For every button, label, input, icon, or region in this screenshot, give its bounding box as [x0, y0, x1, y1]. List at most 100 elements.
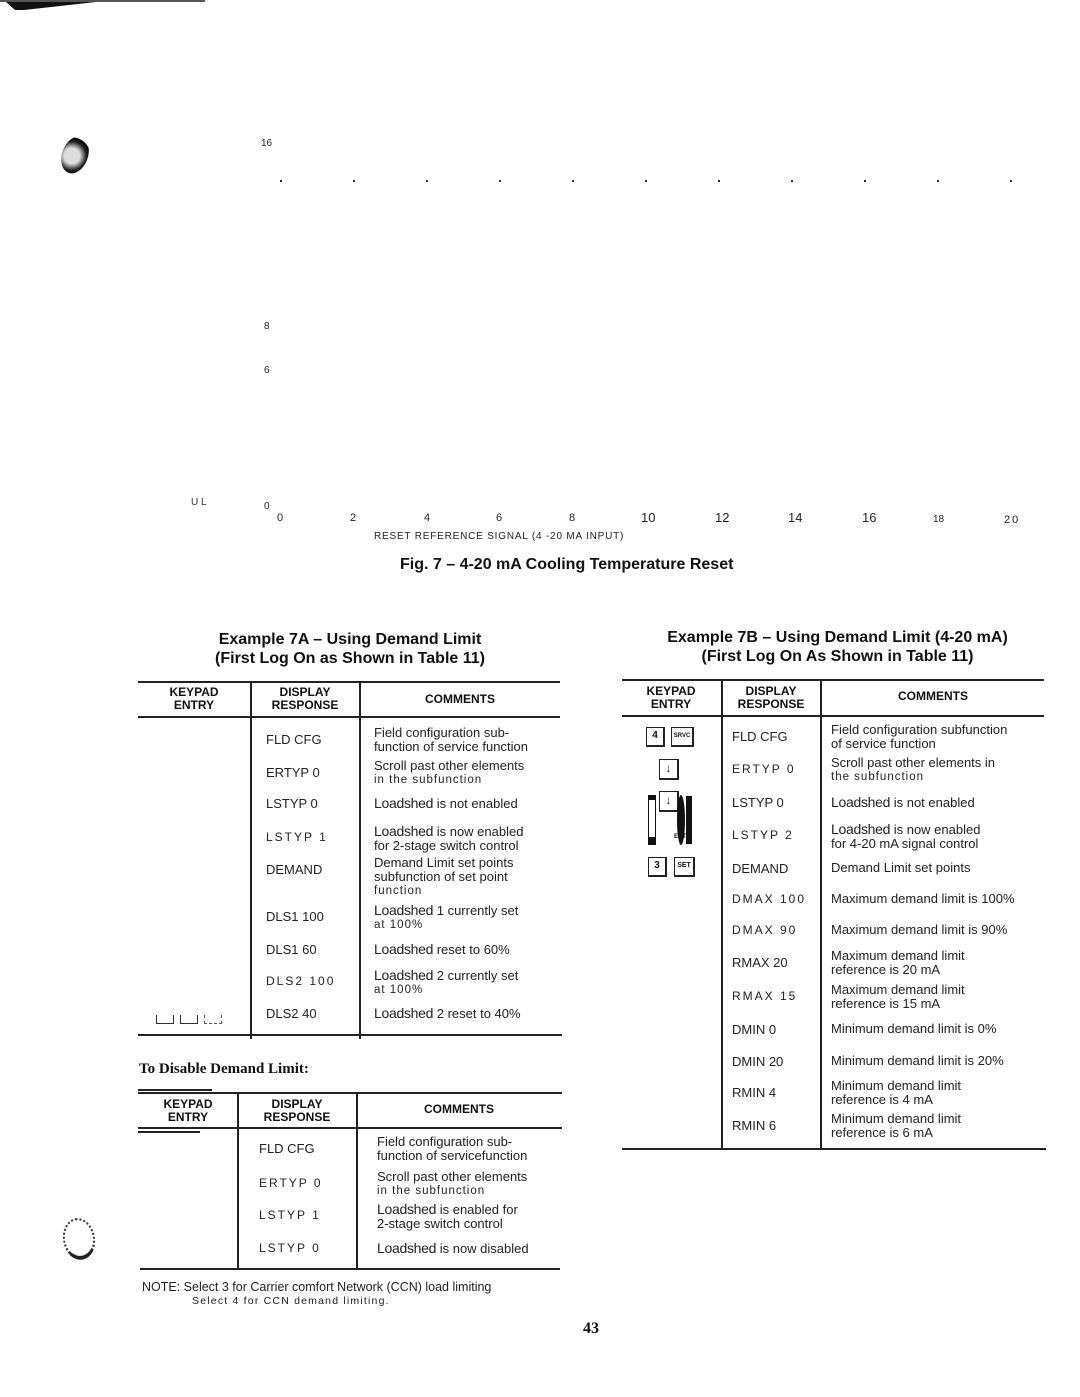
comment: Loadshed 2 reset to 40%	[374, 1006, 521, 1021]
comment-line: Loadshed is now enabled	[831, 822, 980, 837]
column-divider	[250, 681, 252, 1039]
key-frame-right	[686, 796, 692, 844]
comment-line: Loadshed 2 currently set	[374, 968, 518, 983]
column-divider	[721, 679, 723, 1149]
display-response: DMIN 20	[732, 1054, 784, 1069]
header-keypad-entry: KEYPAD ENTRY	[646, 684, 696, 711]
disable-heading: To Disable Demand Limit:	[139, 1061, 309, 1077]
scan-artifact-wedge	[6, 2, 96, 10]
display-response: RMIN 6	[732, 1118, 777, 1133]
display-response: DLS1 100	[266, 909, 324, 924]
comment: Loadshed 1 currently set at 100%	[374, 903, 518, 932]
display-response: DLS2 100	[266, 974, 336, 988]
stray-label: U L	[191, 497, 207, 508]
comment: Loadshed is not enabled	[831, 795, 975, 810]
comment: Scroll past other elements in the subfunc…	[374, 759, 524, 787]
display-response: LSTYP 0	[259, 1241, 321, 1255]
comment: Field configuration subfunction of servic…	[831, 723, 1007, 751]
loadshed-term: Loadshed	[374, 823, 434, 839]
comment-line: Loadshed is now enabled	[374, 824, 523, 839]
comment-line: Field configuration subfunction	[831, 723, 1007, 737]
comment: Maximum demand limit is 90%	[831, 923, 1007, 937]
comment: Minimum demand limit is 0%	[831, 1022, 996, 1036]
key-frame-left	[648, 795, 656, 845]
x-tick-label: 4	[424, 512, 431, 524]
loadshed-term: Loadshed	[374, 1005, 434, 1021]
comment-line: reference is 4 mA	[831, 1092, 933, 1107]
comment-text: Field configuration subfunction	[831, 722, 1008, 737]
comment-line: Demand Limit set points	[831, 861, 970, 875]
comment-line: Scroll past other elements in	[831, 756, 995, 770]
comment-text: Minimum demand limit is 0%	[831, 1021, 997, 1036]
key-srvc[interactable]: SRVC	[671, 727, 694, 747]
key-down-arrow[interactable]: ↓	[659, 791, 679, 812]
comment-text: Maximum demand limit	[831, 948, 965, 963]
comment: Loadshed is not enabled	[374, 796, 518, 811]
comment-line: for 2-stage switch control	[374, 838, 519, 853]
x-tick-label: 2	[350, 512, 357, 524]
comment: Scroll past other elements in the subfunc…	[377, 1170, 527, 1198]
enter-key-icon	[204, 1015, 222, 1024]
display-response: DMAX 100	[732, 892, 807, 906]
table-rule	[138, 1131, 200, 1133]
comment: Loadshed is now enabled for 2-stage switc…	[374, 824, 523, 853]
comment-line: Maximum demand limit	[831, 949, 965, 963]
key-3[interactable]: 3	[648, 857, 667, 877]
y-tick-label: 6	[264, 365, 270, 376]
table-rule	[622, 715, 1044, 717]
loadshed-term: Loadshed	[374, 795, 434, 811]
comment-line: the subfunction	[831, 771, 925, 783]
comment-line: reference is 20 mA	[831, 962, 941, 977]
key-down-arrow[interactable]: ↓	[659, 759, 679, 780]
x-tick-label: 10	[641, 510, 656, 525]
comment-line: subfunction of set point	[374, 869, 508, 884]
table-rule	[138, 681, 560, 683]
comment: Field configuration sub-function of serv…	[377, 1135, 527, 1163]
comment-text: Demand Limit set points	[374, 855, 514, 870]
comment-line: function of service function	[374, 739, 528, 754]
y-tick-label: 0	[264, 501, 270, 512]
comment-line: Loadshed 1 currently set	[374, 903, 518, 918]
x-tick-label: 8	[569, 512, 576, 524]
comment-line: in the subfunction	[377, 1185, 486, 1197]
comment-text: Maximum demand limit is 90%	[831, 922, 1008, 937]
punch-hole-mark-top	[56, 132, 94, 178]
comment-line: Minimum demand limit is 20%	[831, 1054, 1004, 1068]
comment-line: Loadshed 2 reset to 40%	[374, 1006, 521, 1021]
loadshed-term: Loadshed	[377, 1240, 437, 1256]
x-tick-label: 14	[788, 510, 803, 525]
gridline-dot	[353, 180, 355, 182]
comment: Maximum demand limit is 100%	[831, 892, 1015, 906]
table-rule	[138, 1034, 562, 1036]
display-response: DLS1 60	[266, 942, 317, 957]
title-line: Example 7B – Using Demand Limit (4-20 mA…	[667, 629, 1008, 646]
comment-line: Field configuration sub-	[374, 726, 528, 740]
display-response: LSTYP 0	[266, 796, 318, 811]
comment-text: is now enabled	[433, 824, 524, 839]
key-set[interactable]: SET	[674, 857, 695, 877]
display-response: DEMAND	[732, 861, 789, 876]
table-rule	[138, 716, 560, 718]
figure-caption: Fig. 7 – 4-20 mA Cooling Temperature Res…	[400, 556, 734, 573]
comment-line: Maximum demand limit is 90%	[831, 923, 1007, 937]
example-7b-title: Example 7B – Using Demand Limit (4-20 mA…	[625, 628, 1050, 666]
loadshed-term: Loadshed	[374, 941, 434, 957]
comment-line: Minimum demand limit	[831, 1079, 961, 1093]
down-key-icon	[180, 1015, 198, 1024]
gridline-dot	[1010, 180, 1012, 182]
comment: Minimum demand limit reference is 4 mA	[831, 1079, 961, 1107]
comment-line: Maximum demand limit	[831, 983, 965, 997]
comment-text: is now enabled	[890, 822, 981, 837]
table-rule	[622, 679, 1044, 681]
comment: Minimum demand limit reference is 6 mA	[831, 1112, 961, 1140]
keypad-keys-group	[156, 1015, 236, 1027]
key-4[interactable]: 4	[646, 727, 665, 747]
header-keypad-entry: KEYPAD ENTRY	[169, 685, 219, 712]
display-response: ERTYP 0	[732, 762, 796, 776]
comment-line: of service function	[831, 736, 936, 751]
display-response: FLD CFG	[259, 1141, 315, 1156]
display-response: DMIN 0	[732, 1022, 777, 1037]
display-response: FLD CFG	[266, 732, 322, 747]
title-line: (First Log On as Shown in Table 11)	[215, 650, 485, 667]
header-comments: COMMENTS	[425, 692, 495, 706]
